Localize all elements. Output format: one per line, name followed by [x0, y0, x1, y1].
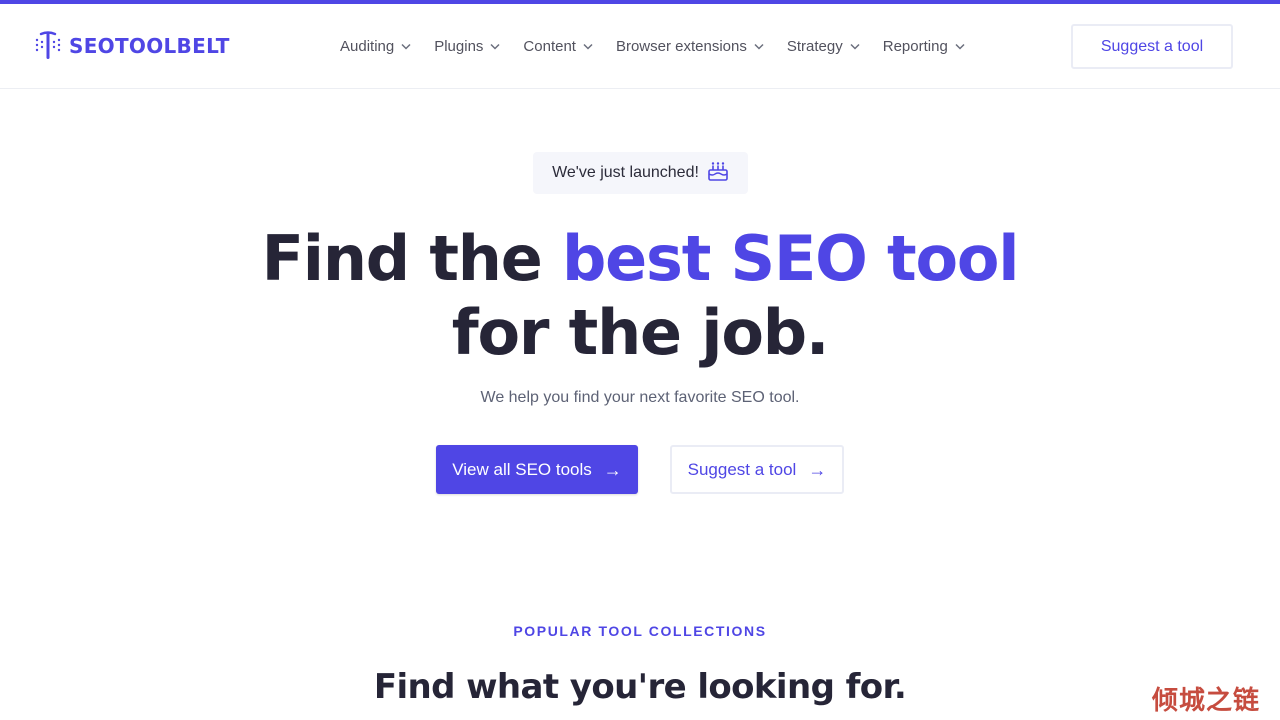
birthday-cake-icon	[707, 161, 729, 185]
nav-item-browser-extensions[interactable]: Browser extensions	[616, 38, 764, 55]
nav-item-label: Plugins	[434, 37, 484, 55]
view-all-tools-label: View all SEO tools	[452, 459, 592, 479]
nav-item-auditing[interactable]: Auditing	[340, 38, 411, 55]
watermark-text: 倾城之链	[1152, 686, 1261, 716]
tool-belt-icon	[35, 31, 61, 59]
chevron-down-icon	[754, 43, 764, 50]
suggest-tool-label: Suggest a tool	[687, 459, 797, 479]
arrow-right-icon: →	[808, 459, 827, 480]
launch-badge-text: We've just launched!	[552, 164, 699, 181]
site-header: SEOTOOLBELT Auditing Plugins Content Bro…	[0, 4, 1280, 89]
hero-title-part2: for the job.	[451, 296, 830, 369]
view-all-tools-button[interactable]: View all SEO tools →	[436, 445, 638, 494]
nav-item-content[interactable]: Content	[523, 38, 593, 55]
nav-item-label: Content	[523, 37, 576, 55]
nav-item-label: Reporting	[882, 37, 948, 55]
nav-item-reporting[interactable]: Reporting	[883, 38, 965, 55]
nav-item-label: Auditing	[340, 37, 395, 55]
hero-title-accent: best SEO tool	[561, 222, 1020, 295]
chevron-down-icon	[401, 43, 411, 50]
hero-title-part1: Find the	[261, 222, 562, 295]
nav-item-label: Strategy	[786, 37, 843, 55]
chevron-down-icon	[850, 43, 860, 50]
launch-badge: We've just launched!	[533, 152, 748, 194]
nav-item-plugins[interactable]: Plugins	[434, 38, 500, 55]
suggest-tool-header-button[interactable]: Suggest a tool	[1071, 24, 1233, 69]
nav-item-strategy[interactable]: Strategy	[787, 38, 860, 55]
hero-subtitle: We help you find your next favorite SEO …	[480, 389, 800, 406]
chevron-down-icon	[583, 43, 593, 50]
brand-logo[interactable]: SEOTOOLBELT	[33, 30, 230, 62]
collections-title: Find what you're looking for.	[373, 667, 907, 707]
arrow-right-icon: →	[603, 459, 622, 480]
collections-eyebrow: POPULAR TOOL COLLECTIONS	[513, 623, 767, 639]
chevron-down-icon	[955, 43, 965, 50]
main-nav: Auditing Plugins Content Browser extensi…	[340, 32, 965, 60]
chevron-down-icon	[490, 43, 500, 50]
brand-name: SEOTOOLBELT	[69, 34, 230, 58]
suggest-tool-button[interactable]: Suggest a tool →	[670, 445, 844, 494]
hero-title: Find the best SEO tool for the job.	[0, 222, 1280, 370]
nav-item-label: Browser extensions	[615, 37, 747, 55]
